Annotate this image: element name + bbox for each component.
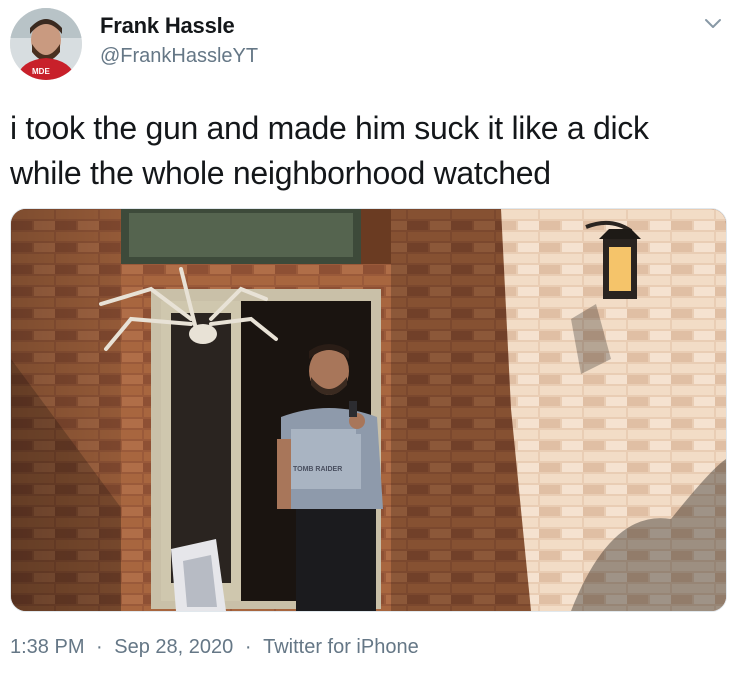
tweet-source[interactable]: Twitter for iPhone — [263, 636, 419, 659]
tweet-text: i took the gun and made him suck it like… — [10, 110, 649, 191]
tweet-metadata: 1:38 PM · Sep 28, 2020 · Twitter for iPh… — [10, 636, 419, 659]
tweet-card: MDE Frank Hassle @FrankHassleYT i took t… — [0, 0, 743, 675]
meta-separator: · — [96, 636, 103, 658]
meta-separator-2: · — [244, 636, 252, 658]
tweet-date[interactable]: Sep 28, 2020 — [114, 636, 233, 659]
display-name[interactable]: Frank Hassle — [100, 13, 235, 39]
handle[interactable]: @FrankHassleYT — [100, 45, 258, 68]
tweet-time[interactable]: 1:38 PM — [10, 636, 84, 659]
chevron-down-icon[interactable] — [701, 12, 725, 36]
avatar[interactable]: MDE — [10, 8, 82, 80]
shirt-text: TOMB RAIDER — [293, 466, 342, 473]
avatar-shirt-text: MDE — [32, 67, 50, 76]
tweet-photo[interactable]: TOMB RAIDER — [10, 208, 727, 612]
